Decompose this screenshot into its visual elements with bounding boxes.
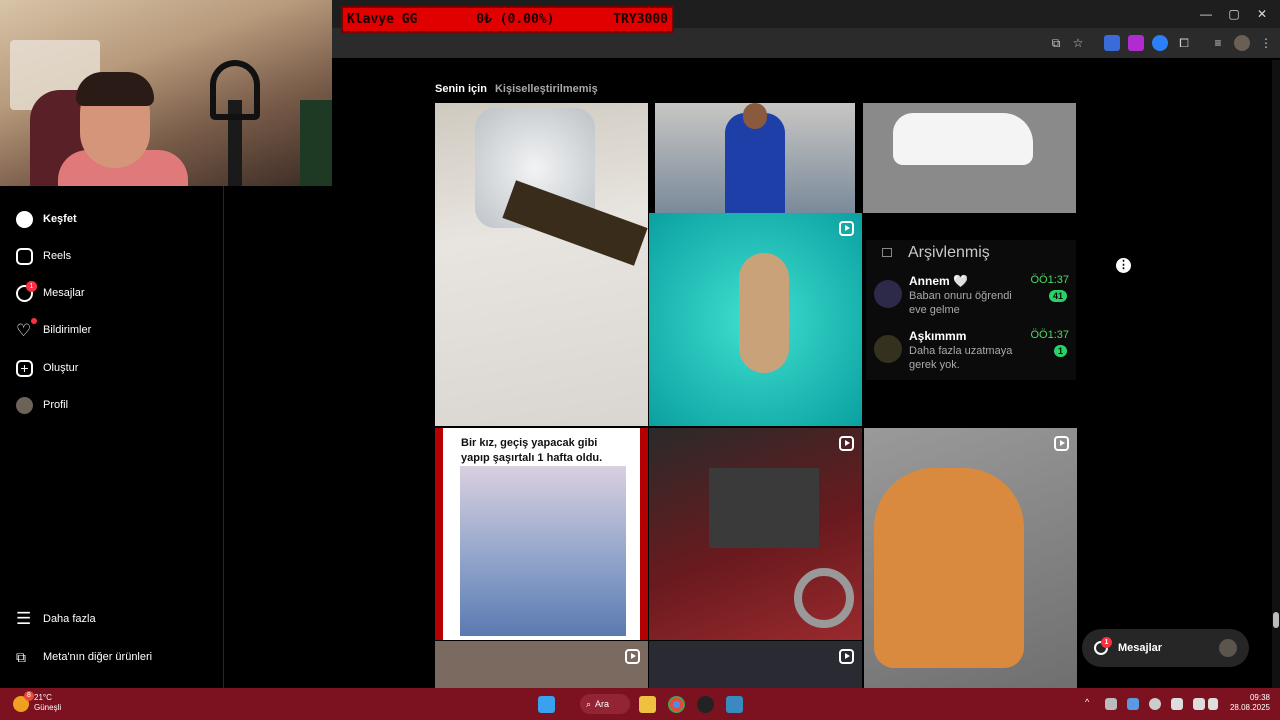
- network-icon[interactable]: [1193, 698, 1205, 710]
- unread-badge: 41: [1048, 290, 1067, 302]
- webcam-overlay: [0, 0, 332, 186]
- extension-icon[interactable]: [1152, 35, 1168, 51]
- post-caption: Bir kız, geçiş yapacak gibi: [461, 437, 598, 449]
- chat-item[interactable]: Annem 🤍 Baban onuru öğrendi eve gelme ÖÖ…: [870, 274, 1075, 324]
- explore-post[interactable]: [435, 641, 648, 688]
- archive-icon: [882, 248, 892, 257]
- app-icon[interactable]: [697, 696, 714, 713]
- meta-products-button[interactable]: ⧉ Meta'nın diğer ürünleri: [16, 647, 152, 667]
- tab-for-you[interactable]: Senin için: [435, 83, 487, 95]
- weather-icon[interactable]: 8: [13, 691, 34, 712]
- explore-tabs: Senin için Kişiselleştirilmemiş: [435, 83, 598, 95]
- tab-non-personalized[interactable]: Kişiselleştirilmemiş: [495, 83, 598, 95]
- more-button[interactable]: ☰ Daha fazla: [16, 609, 96, 629]
- ticker-value: TRY3000: [613, 12, 668, 27]
- tray-expand-icon[interactable]: ^: [1085, 697, 1089, 707]
- reel-icon: [1054, 436, 1069, 451]
- mic-icon[interactable]: [1171, 698, 1183, 710]
- explore-post[interactable]: [655, 103, 855, 213]
- taskbar-search[interactable]: ⌕ Ara: [580, 694, 630, 714]
- chat-item[interactable]: Aşkımmm Daha fazla uzatmaya gerek yok. Ö…: [870, 329, 1075, 379]
- start-button[interactable]: [538, 696, 555, 713]
- search-icon: ⌕: [586, 698, 592, 709]
- avatar: [1219, 639, 1237, 657]
- reel-icon: [625, 649, 640, 664]
- avatar-icon: [16, 396, 33, 414]
- file-explorer-icon[interactable]: [639, 696, 656, 713]
- reel-icon: [839, 649, 854, 664]
- extension-icon[interactable]: [1128, 35, 1144, 51]
- reels-icon: [16, 247, 33, 265]
- archived-chats-panel: Arşivlenmiş Annem 🤍 Baban onuru öğrendi …: [866, 240, 1076, 380]
- hamburger-icon: ☰: [16, 609, 32, 628]
- clock[interactable]: 09:38 28.08.2025: [1230, 693, 1270, 713]
- explore-post[interactable]: [864, 428, 1077, 688]
- explore-post[interactable]: [649, 641, 862, 688]
- explore-post[interactable]: [649, 213, 862, 426]
- minimize-button[interactable]: —: [1198, 6, 1214, 22]
- tray-icon[interactable]: [1149, 698, 1161, 710]
- app-icon[interactable]: [726, 696, 743, 713]
- close-button[interactable]: ✕: [1254, 6, 1270, 22]
- sidebar-item-kesfet[interactable]: Keşfet: [16, 209, 77, 229]
- options-icon[interactable]: ⋮: [1116, 258, 1131, 273]
- sidebar-item-bildirimler[interactable]: ♡ Bildirimler: [16, 317, 91, 340]
- tray-icon[interactable]: [1127, 698, 1139, 710]
- avatar: [874, 335, 902, 363]
- chrome-icon[interactable]: [668, 696, 685, 713]
- compass-icon: [16, 210, 33, 228]
- grid-icon: ⧉: [16, 648, 26, 665]
- unread-badge: 1: [1053, 345, 1067, 357]
- extension-icon[interactable]: [1104, 35, 1120, 51]
- explore-post[interactable]: [649, 428, 862, 640]
- ticker-label: Klavye GG: [347, 12, 418, 27]
- heart-icon: ♡: [16, 317, 37, 339]
- reel-icon: [839, 221, 854, 236]
- sidebar-item-reels[interactable]: Reels: [16, 246, 71, 266]
- floating-messages-button[interactable]: 1 Mesajlar: [1082, 629, 1249, 667]
- puzzle-icon[interactable]: ⧠: [1176, 35, 1192, 51]
- maximize-button[interactable]: ▢: [1226, 6, 1242, 22]
- floating-messages-label: Mesajlar: [1118, 642, 1163, 654]
- install-app-icon[interactable]: ⧉: [1048, 35, 1064, 51]
- explore-post[interactable]: [435, 103, 648, 426]
- sidebar: Keşfet Reels 1 Mesajlar ♡ Bildirimler + …: [0, 186, 224, 688]
- profile-avatar[interactable]: [1234, 35, 1250, 51]
- menu-icon[interactable]: ⋮: [1258, 35, 1274, 51]
- weather-widget[interactable]: 21°C Güneşli: [34, 693, 61, 713]
- sidebar-item-mesajlar[interactable]: 1 Mesajlar: [16, 280, 85, 303]
- sidebar-item-olustur[interactable]: + Oluştur: [16, 358, 78, 378]
- media-queue-icon[interactable]: ≡: [1210, 35, 1226, 51]
- explore-post[interactable]: Bir kız, geçiş yapacak gibi yapıp şaşırt…: [435, 428, 648, 640]
- volume-icon[interactable]: [1208, 698, 1218, 710]
- post-caption: yapıp şaşırtalı 1 hafta oldu.: [461, 452, 603, 464]
- bookmark-star-icon[interactable]: ☆: [1070, 35, 1086, 51]
- page-scrollbar[interactable]: [1272, 60, 1280, 688]
- messenger-icon: 1: [1094, 637, 1112, 655]
- avatar: [874, 280, 902, 308]
- plus-icon: +: [16, 359, 33, 377]
- messenger-icon: 1: [16, 280, 37, 302]
- sidebar-item-profil[interactable]: Profil: [16, 395, 68, 415]
- ticker-change: 0₺ (0.00%): [476, 12, 555, 27]
- windows-taskbar: 8 21°C Güneşli ^ 09:38 28.08.2025: [0, 688, 1280, 720]
- reel-icon: [839, 436, 854, 451]
- stock-ticker: Klavye GG 0₺ (0.00%) TRY3000: [341, 6, 674, 33]
- reel-icon: [625, 436, 640, 451]
- archived-title: Arşivlenmiş: [908, 244, 990, 261]
- tray-icon[interactable]: [1105, 698, 1117, 710]
- explore-post[interactable]: [863, 103, 1076, 213]
